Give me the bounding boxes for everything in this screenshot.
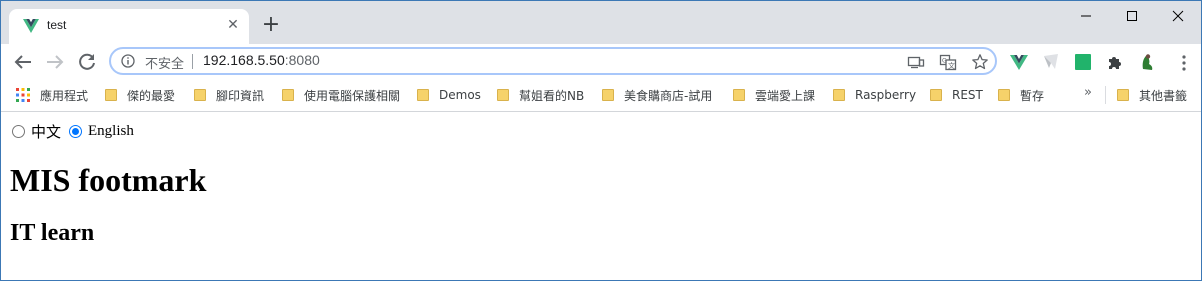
folder-icon bbox=[833, 89, 845, 101]
bookmark-folder[interactable]: Raspberry bbox=[833, 80, 916, 110]
bookmark-label: Raspberry bbox=[855, 88, 917, 102]
folder-icon bbox=[417, 89, 429, 101]
security-label[interactable]: 不安全 bbox=[145, 53, 184, 72]
green-square-icon[interactable] bbox=[1073, 52, 1093, 72]
star-icon[interactable] bbox=[971, 53, 989, 71]
back-icon[interactable] bbox=[11, 50, 35, 74]
bookmarks-divider bbox=[1105, 86, 1106, 104]
tab-close-icon[interactable]: ✕ bbox=[225, 17, 241, 33]
bookmark-label: 幫姐看的NB bbox=[519, 88, 585, 103]
folder-icon bbox=[282, 89, 294, 101]
menu-dots-icon[interactable] bbox=[1179, 53, 1189, 73]
bookmark-label: 美食購商店-試用 bbox=[624, 88, 713, 103]
tab-test[interactable]: test ✕ bbox=[9, 9, 249, 44]
bookmark-label: 使用電腦保護相關 bbox=[304, 88, 401, 103]
avatar-icon[interactable] bbox=[1137, 52, 1157, 72]
tab-strip: test ✕ + bbox=[1, 1, 1201, 44]
bookmark-folder[interactable]: Demos bbox=[417, 80, 481, 110]
tab-title: test bbox=[47, 18, 67, 32]
extension-gray-icon[interactable] bbox=[1041, 52, 1061, 72]
folder-icon bbox=[105, 89, 117, 101]
svg-text:G: G bbox=[942, 58, 947, 65]
radio-chinese[interactable] bbox=[12, 125, 25, 138]
bookmark-label: 腳印資訊 bbox=[216, 88, 265, 103]
close-icon[interactable] bbox=[1155, 1, 1201, 31]
folder-icon bbox=[998, 89, 1010, 101]
folder-icon bbox=[733, 89, 745, 101]
svg-text:文: 文 bbox=[948, 61, 955, 70]
page-title: MIS footmark bbox=[10, 162, 207, 198]
url-port: :8080 bbox=[284, 52, 320, 68]
minimize-icon[interactable] bbox=[1063, 1, 1109, 31]
bookmark-folder[interactable]: 腳印資訊 bbox=[194, 80, 264, 110]
omnibox-divider bbox=[192, 54, 193, 69]
apps-grid-icon bbox=[16, 88, 30, 102]
bookmark-folder[interactable]: 美食購商店-試用 bbox=[602, 80, 712, 110]
folder-icon bbox=[1117, 89, 1129, 101]
info-icon[interactable] bbox=[121, 54, 135, 68]
radio-label-english[interactable]: English bbox=[88, 123, 134, 140]
toolbar: 不安全 192.168.5.50:8080 文 G bbox=[1, 44, 1201, 80]
bookmark-folder[interactable]: 幫姐看的NB bbox=[497, 80, 584, 110]
bookmark-folder[interactable]: REST bbox=[930, 80, 983, 110]
vue-logo-icon bbox=[23, 19, 39, 33]
bookmark-folder[interactable]: 暫存 bbox=[998, 80, 1044, 110]
url-text[interactable]: 192.168.5.50:8080 bbox=[203, 52, 320, 68]
bookmark-apps[interactable]: 應用程式 bbox=[16, 80, 88, 110]
folder-icon bbox=[602, 89, 614, 101]
radio-label-chinese[interactable]: 中文 bbox=[31, 121, 61, 142]
bookmark-label: 雲端愛上課 bbox=[755, 88, 816, 103]
bookmark-other[interactable]: 其他書籤 bbox=[1117, 80, 1187, 110]
page-content: 中文 English MIS footmark IT learn bbox=[1, 112, 1201, 280]
bookmark-label: REST bbox=[952, 88, 983, 102]
bookmark-folder[interactable]: 使用電腦保護相關 bbox=[282, 80, 400, 110]
address-bar[interactable]: 不安全 192.168.5.50:8080 文 G bbox=[109, 47, 997, 75]
url-host: 192.168.5.50 bbox=[203, 52, 285, 68]
folder-icon bbox=[930, 89, 942, 101]
bookmark-label: 其他書籤 bbox=[1139, 88, 1188, 103]
translate-icon[interactable]: 文 G bbox=[939, 53, 957, 71]
radio-english[interactable] bbox=[69, 125, 83, 138]
bookmark-label: 傑的最愛 bbox=[127, 88, 176, 103]
vue-devtools-icon[interactable] bbox=[1009, 52, 1029, 72]
bookmark-label: 暫存 bbox=[1020, 88, 1045, 103]
bookmark-label: Demos bbox=[439, 88, 481, 102]
bookmark-folder[interactable]: 雲端愛上課 bbox=[733, 80, 815, 110]
reload-icon[interactable] bbox=[75, 50, 99, 74]
page-subtitle: IT learn bbox=[10, 220, 95, 246]
browser-window: test ✕ + 不安全 192.168.5.50:8080 文 G 應用程式 … bbox=[0, 0, 1202, 281]
folder-icon bbox=[497, 89, 509, 101]
forward-icon[interactable] bbox=[43, 50, 67, 74]
bookmarks-overflow-button[interactable]: » bbox=[1084, 85, 1092, 100]
maximize-icon[interactable] bbox=[1109, 1, 1155, 31]
bookmark-label: 應用程式 bbox=[40, 88, 89, 103]
folder-icon bbox=[194, 89, 206, 101]
bookmarks-bar: 應用程式 傑的最愛 腳印資訊 使用電腦保護相關 Demos 幫姐看的NB 美食購… bbox=[1, 80, 1201, 112]
language-selector: 中文 English bbox=[12, 121, 142, 142]
new-tab-button[interactable]: + bbox=[259, 14, 283, 38]
bookmark-folder[interactable]: 傑的最愛 bbox=[105, 80, 175, 110]
cast-icon[interactable] bbox=[907, 53, 925, 71]
puzzle-icon[interactable] bbox=[1105, 52, 1125, 72]
